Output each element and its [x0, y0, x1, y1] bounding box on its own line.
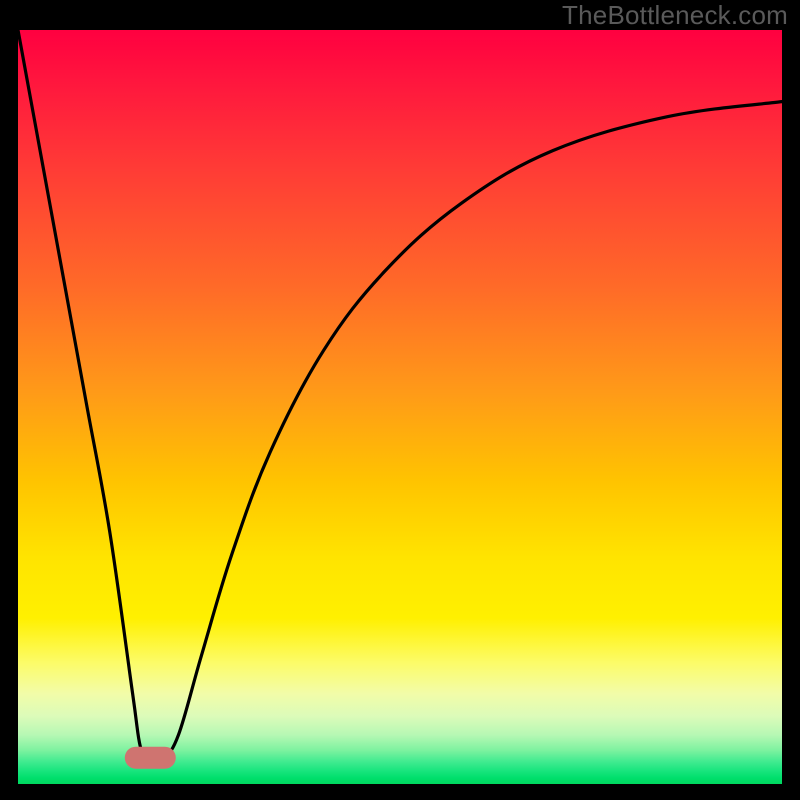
watermark-text: TheBottleneck.com: [562, 0, 788, 31]
optimal-marker: [125, 746, 175, 769]
curve-layer: [18, 30, 782, 784]
plot-area: [18, 30, 782, 784]
chart-frame: TheBottleneck.com: [0, 0, 800, 800]
bottleneck-curve: [18, 30, 782, 760]
